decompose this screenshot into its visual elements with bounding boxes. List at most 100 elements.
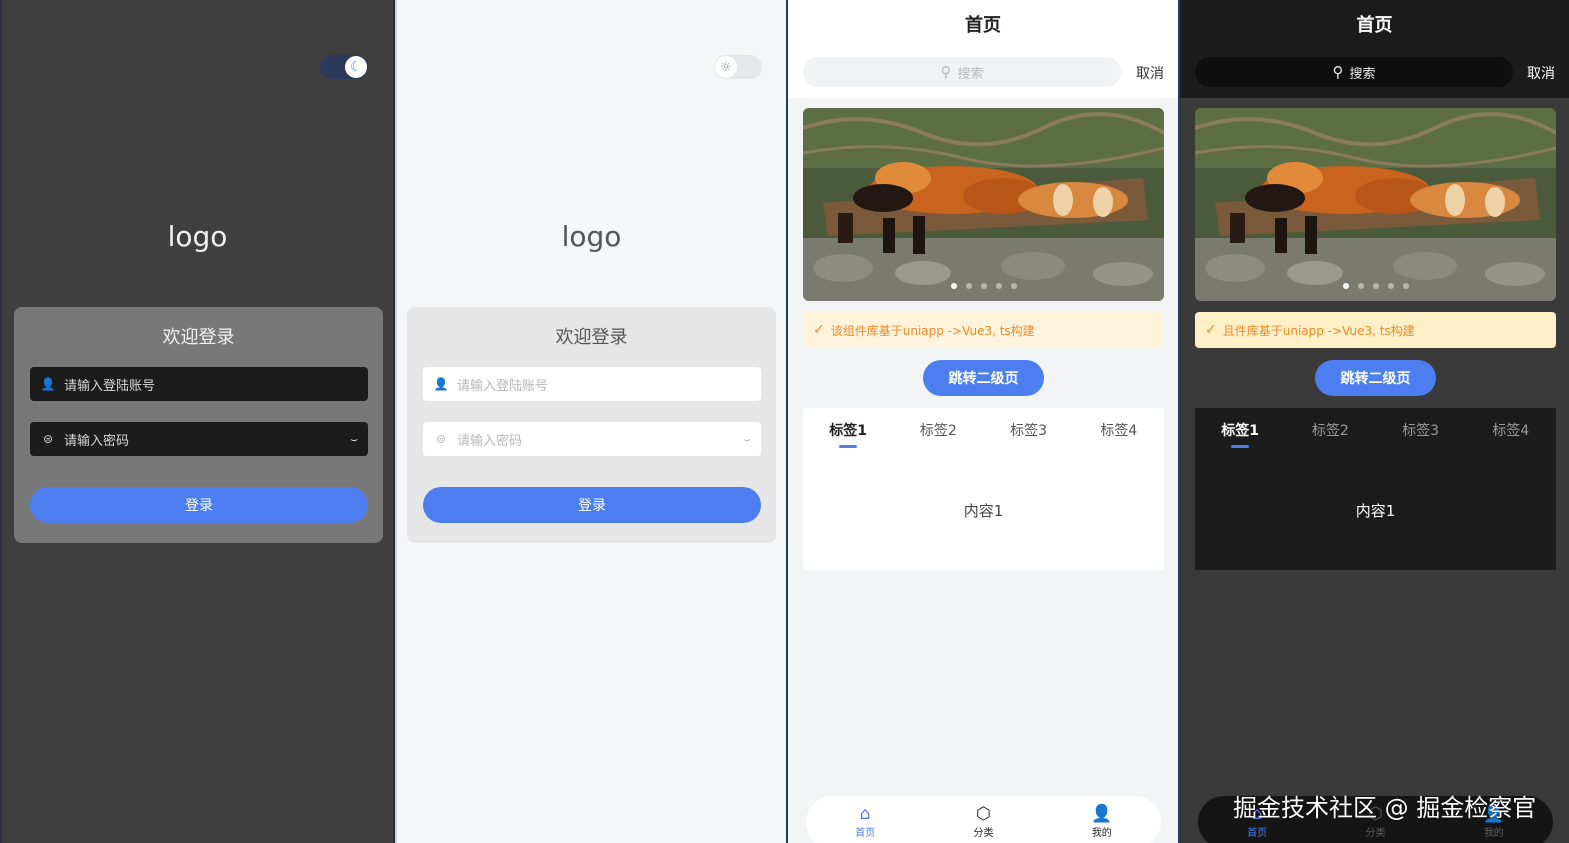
tabbar-label: 分类 (1365, 828, 1386, 839)
cancel-button[interactable]: 取消 (1136, 63, 1164, 83)
jump-subpage-button[interactable]: 跳转二级页 (1315, 360, 1436, 396)
tabbar-label: 首页 (855, 828, 876, 839)
banner-dot[interactable] (1342, 283, 1349, 289)
password-placeholder: 请输入密码 (64, 433, 130, 449)
tab-label: 标签2 (919, 423, 957, 439)
theme-toggle[interactable]: ☾ (320, 55, 368, 79)
tabbar-label: 我的 (1091, 828, 1112, 839)
banner-carousel[interactable] (803, 108, 1164, 301)
login-title: 欢迎登录 (555, 327, 628, 348)
notice-bar: ✓ 且件库基于uniapp ->Vue3, ts构建 (1195, 312, 1556, 348)
tab-indicator (1231, 445, 1250, 448)
account-placeholder: 请输入登陆账号 (457, 378, 549, 394)
login-card: 欢迎登录 👤 请输入登陆账号 ⊜ 请输入密码 ⌣ 登录 (407, 307, 776, 543)
moon-icon: ☾ (345, 56, 367, 78)
tabbar-item-home[interactable]: ⌂ 首页 (835, 804, 895, 843)
banner-dot[interactable] (965, 283, 972, 289)
banner-dot[interactable] (995, 283, 1002, 289)
banner-dot[interactable] (1372, 283, 1379, 289)
banner-dots (1195, 283, 1556, 289)
logo: logo (167, 220, 228, 253)
jump-subpage-button[interactable]: 跳转二级页 (923, 360, 1044, 396)
tabbar-item-category[interactable]: ⬡ 分类 (953, 804, 1013, 843)
lock-icon: ⊜ (42, 432, 54, 446)
login-button[interactable]: 登录 (30, 487, 368, 523)
lock-icon: ⊜ (435, 432, 447, 446)
tabbar-label: 首页 (1247, 828, 1268, 839)
page-title: 首页 (1180, 0, 1569, 48)
password-input[interactable]: ⊜ 请输入密码 ⌣ (30, 422, 368, 456)
home-dark-screen: 首页 ⚲ 搜索 取消 ✓ 且件库基于uniapp ->Vue3, ts构建 跳转… (1178, 0, 1569, 843)
eye-closed-icon[interactable]: ⌣ (743, 432, 751, 447)
banner-dot[interactable] (1010, 283, 1017, 289)
tab-4[interactable]: 标签4 (1089, 420, 1149, 450)
login-dark-screen: ☾ logo 欢迎登录 👤 请输入登陆账号 ⊜ 请输入密码 ⌣ 登录 (0, 0, 393, 843)
tab-content: 内容1 (1355, 502, 1396, 520)
banner-dot[interactable] (1357, 283, 1364, 289)
user-icon: 👤 (40, 377, 56, 391)
search-input[interactable]: ⚲ 搜索 (803, 57, 1121, 87)
tabbar-label: 我的 (1483, 828, 1504, 839)
home-icon: ⌂ (859, 804, 871, 824)
tab-1[interactable]: 标签1 (818, 420, 878, 450)
banner-dot[interactable] (980, 283, 987, 289)
tab-content: 内容1 (963, 502, 1004, 520)
bottom-tabbar: ⌂ 首页 ⬡ 分类 👤 我的 (806, 796, 1161, 843)
notice-text: 该组件库基于uniapp ->Vue3, ts构建 (830, 323, 1035, 338)
tab-label: 标签1 (829, 423, 867, 439)
banner-dot[interactable] (1387, 283, 1394, 289)
search-icon: ⚲ (940, 63, 952, 81)
account-input[interactable]: 👤 请输入登陆账号 (423, 367, 761, 401)
search-input[interactable]: ⚲ 搜索 (1195, 57, 1513, 87)
tab-2[interactable]: 标签2 (908, 420, 968, 450)
check-circle-icon: ✓ (1205, 322, 1217, 338)
tabs-card: 标签1 标签2 标签3 标签4 内容1 (803, 408, 1164, 570)
tab-3[interactable]: 标签3 (1391, 420, 1451, 450)
page-title: 首页 (788, 0, 1178, 48)
notice-bar: ✓ 该组件库基于uniapp ->Vue3, ts构建 (803, 312, 1164, 348)
category-icon: ⬡ (976, 804, 991, 824)
search-placeholder: 搜索 (957, 66, 984, 82)
cancel-button[interactable]: 取消 (1527, 63, 1555, 83)
user-icon: 👤 (433, 377, 449, 391)
password-placeholder: 请输入密码 (457, 433, 523, 449)
check-circle-icon: ✓ (813, 322, 825, 338)
banner-dot[interactable] (1402, 283, 1409, 289)
red-panda-photo (803, 108, 1164, 301)
password-input[interactable]: ⊜ 请输入密码 ⌣ (423, 422, 761, 456)
notice-text: 且件库基于uniapp ->Vue3, ts构建 (1222, 323, 1415, 338)
login-card: 欢迎登录 👤 请输入登陆账号 ⊜ 请输入密码 ⌣ 登录 (14, 307, 383, 543)
eye-closed-icon[interactable]: ⌣ (350, 432, 358, 447)
sun-icon: ☼ (715, 56, 737, 78)
tab-label: 标签3 (1402, 423, 1440, 439)
tab-1[interactable]: 标签1 (1210, 420, 1270, 450)
banner-carousel[interactable] (1195, 108, 1556, 301)
banner-dot[interactable] (950, 283, 957, 289)
tabbar-label: 分类 (973, 828, 994, 839)
tab-4[interactable]: 标签4 (1481, 420, 1541, 450)
search-icon: ⚲ (1332, 63, 1344, 81)
home-light-screen: 首页 ⚲ 搜索 取消 ✓ 该组件库基于uniapp ->Vue3, ts构建 跳… (786, 0, 1178, 843)
tab-3[interactable]: 标签3 (999, 420, 1059, 450)
account-input[interactable]: 👤 请输入登陆账号 (30, 367, 368, 401)
login-light-screen: ☼ logo 欢迎登录 👤 请输入登陆账号 ⊜ 请输入密码 ⌣ 登录 (395, 0, 786, 843)
login-button[interactable]: 登录 (423, 487, 761, 523)
tab-2[interactable]: 标签2 (1300, 420, 1360, 450)
tabs-card: 标签1 标签2 标签3 标签4 内容1 (1195, 408, 1556, 570)
tab-bar: 标签1 标签2 标签3 标签4 (1195, 420, 1556, 450)
tabbar-item-mine[interactable]: 👤 我的 (1072, 804, 1132, 843)
banner-dots (803, 283, 1164, 289)
account-placeholder: 请输入登陆账号 (64, 378, 156, 394)
tab-indicator (839, 445, 858, 448)
tab-label: 标签1 (1221, 423, 1259, 439)
watermark: 掘金技术社区 @ 掘金检察官 (1233, 794, 1537, 822)
tab-label: 标签4 (1100, 423, 1138, 439)
search-placeholder: 搜索 (1349, 66, 1376, 82)
search-bar: ⚲ 搜索 取消 (1180, 48, 1569, 98)
logo: logo (561, 220, 622, 253)
user-icon: 👤 (1091, 804, 1113, 824)
login-title: 欢迎登录 (162, 327, 235, 348)
search-bar: ⚲ 搜索 取消 (788, 48, 1178, 98)
theme-toggle[interactable]: ☼ (714, 55, 762, 79)
tab-label: 标签4 (1492, 423, 1530, 439)
